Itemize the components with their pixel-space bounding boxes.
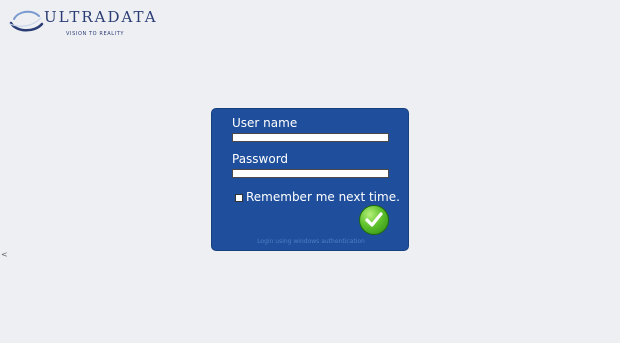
remember-me-checkbox[interactable] — [235, 194, 243, 202]
brand-name: ULTRADATA — [44, 8, 158, 26]
password-input[interactable] — [232, 169, 389, 178]
remember-me-row[interactable]: Remember me next time. — [235, 190, 400, 204]
remember-me-label[interactable]: Remember me next time. — [246, 190, 400, 204]
collapse-arrow-icon[interactable]: < — [1, 250, 8, 259]
brand-tagline: VISION TO REALITY — [66, 31, 125, 37]
company-logo: ULTRADATA VISION TO REALITY — [8, 6, 158, 40]
login-panel: User name Password Remember me next time… — [211, 108, 409, 251]
password-label: Password — [232, 152, 289, 166]
swoosh-logo-icon — [9, 10, 44, 32]
username-label: User name — [232, 116, 298, 130]
checkmark-icon — [365, 212, 383, 227]
username-input[interactable] — [232, 133, 389, 142]
windows-authentication-link[interactable]: Login using windows authentication — [212, 238, 410, 245]
login-submit-button[interactable] — [359, 205, 389, 235]
